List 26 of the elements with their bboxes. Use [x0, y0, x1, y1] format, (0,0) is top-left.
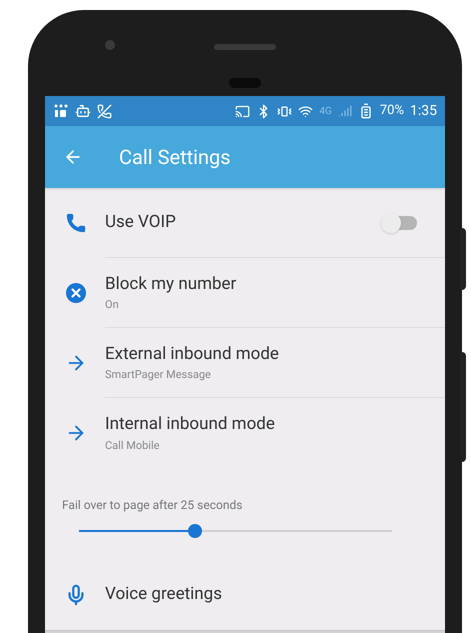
clock-time: 1:35	[410, 102, 437, 120]
camera-icon	[105, 40, 115, 50]
setting-title[interactable]: Voice greetings	[105, 582, 417, 608]
toggle-switch[interactable]	[383, 216, 417, 230]
setting-title[interactable]: Use VOIP	[105, 210, 383, 236]
blocked-icon	[65, 282, 87, 304]
speaker-grille	[214, 44, 276, 50]
setting-value: On	[105, 297, 120, 313]
setting-title[interactable]: Internal inbound mode	[105, 412, 417, 438]
setting-title[interactable]: Block my number	[105, 272, 417, 297]
battery-percent: 70%	[380, 102, 404, 120]
robot-icon	[75, 103, 91, 119]
vibrate-icon	[277, 104, 292, 118]
phone-off-icon	[97, 104, 112, 118]
setting-title[interactable]: External inbound mode	[105, 342, 417, 367]
signal-icon	[338, 104, 352, 118]
slider-thumb[interactable]	[188, 524, 202, 538]
cast-icon	[235, 104, 250, 118]
network-label: 4G	[319, 104, 332, 118]
wifi-icon	[298, 104, 314, 118]
app-bar-title: Call Settings	[119, 144, 231, 171]
setting-value: SmartPager Message	[105, 367, 212, 383]
slider-label: Fail over to page after 25 seconds	[62, 497, 244, 514]
setting-value: Call Mobile	[105, 438, 160, 454]
grid-icon	[53, 103, 69, 119]
phone-icon	[65, 212, 87, 234]
